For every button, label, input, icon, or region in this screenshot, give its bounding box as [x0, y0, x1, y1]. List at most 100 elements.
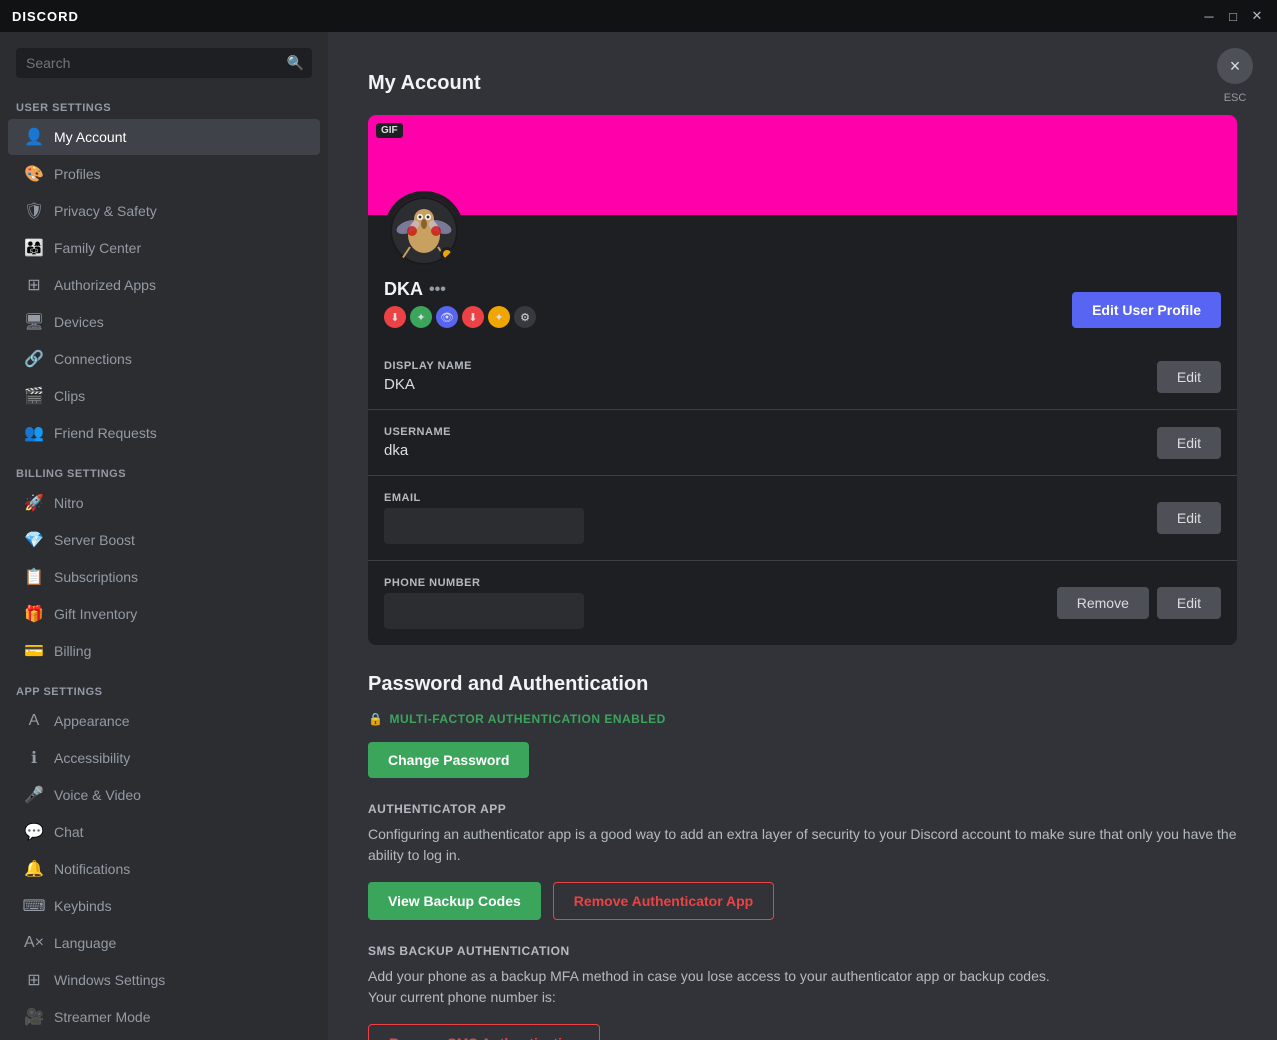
sidebar-item-devices[interactable]: 🖥 Devices	[8, 304, 320, 340]
sidebar-item-accessibility[interactable]: ℹAccessibility	[8, 740, 320, 776]
keybinds-icon: ⌨	[24, 896, 44, 916]
sidebar-item-language[interactable]: A× Language	[8, 925, 320, 961]
sidebar-item-label: Nitro	[54, 495, 84, 511]
sidebar-item-notifications[interactable]: 🔔Notifications	[8, 851, 320, 887]
mfa-label-text: MULTI-FACTOR AUTHENTICATION ENABLED	[389, 712, 665, 726]
window-controls: ─ □ ✕	[1201, 8, 1265, 24]
sidebar-section-label: APP SETTINGS	[0, 670, 328, 702]
gift-inventory-icon: 🎁	[24, 604, 44, 624]
search-wrapper: 🔍	[16, 48, 312, 78]
display-name-edit-button[interactable]: Edit	[1157, 361, 1221, 393]
display-name-right: Edit	[1157, 361, 1221, 393]
sidebar-item-label: Devices	[54, 314, 104, 330]
main-layout: 🔍 USER SETTINGS👤My Account🎨Profiles🛡Priv…	[0, 32, 1277, 1040]
phone-right: Remove Edit	[1057, 587, 1221, 619]
sidebar-item-gift-inventory[interactable]: 🎁 Gift Inventory	[8, 596, 320, 632]
sidebar-item-privacy-safety[interactable]: 🛡Privacy & Safety	[8, 193, 320, 229]
close-window-button[interactable]: ✕	[1249, 8, 1265, 24]
email-info: EMAIL	[384, 492, 584, 544]
close-esc-group: × ESC	[1217, 48, 1253, 104]
streamer-mode-icon: 🎥	[24, 1007, 44, 1027]
search-input[interactable]	[16, 48, 312, 78]
search-icon: 🔍	[287, 55, 304, 72]
sidebar-item-voice-video[interactable]: 🎤Voice & Video	[8, 777, 320, 813]
display-name-info: DISPLAY NAME DKA	[384, 360, 472, 393]
restore-button[interactable]: □	[1225, 8, 1241, 24]
profile-card: GIF	[368, 115, 1237, 645]
sidebar-item-billing[interactable]: 💳Billing	[8, 633, 320, 669]
username-display: DKA •••	[384, 279, 536, 300]
username-edit-button[interactable]: Edit	[1157, 427, 1221, 459]
username-value: dka	[384, 442, 451, 459]
sidebar-item-label: Server Boost	[54, 532, 135, 548]
sidebar-item-label: Gift Inventory	[54, 606, 137, 622]
edit-user-profile-button[interactable]: Edit User Profile	[1072, 292, 1221, 328]
minimize-button[interactable]: ─	[1201, 8, 1217, 24]
sidebar-item-chat[interactable]: 💬Chat	[8, 814, 320, 850]
phone-remove-button[interactable]: Remove	[1057, 587, 1149, 619]
sidebar-item-label: Friend Requests	[54, 425, 157, 441]
username-info: USERNAME dka	[384, 426, 451, 459]
profiles-icon: 🎨	[24, 164, 44, 184]
gif-badge: GIF	[376, 123, 403, 138]
sidebar-item-profiles[interactable]: 🎨Profiles	[8, 156, 320, 192]
privacy-safety-icon: 🛡	[24, 201, 44, 221]
sidebar-item-windows-settings[interactable]: ⊞ Windows Settings	[8, 962, 320, 998]
sidebar-item-authorized-apps[interactable]: ⊞Authorized Apps	[8, 267, 320, 303]
email-value	[384, 508, 584, 544]
profile-menu-dots[interactable]: •••	[429, 281, 446, 299]
username-right: Edit	[1157, 427, 1221, 459]
sidebar-item-keybinds[interactable]: ⌨Keybinds	[8, 888, 320, 924]
notifications-icon: 🔔	[24, 859, 44, 879]
badge-5: ✦	[488, 306, 510, 328]
sidebar-item-appearance[interactable]: AAppearance	[8, 703, 320, 739]
sidebar-item-label: Language	[54, 935, 116, 951]
family-center-icon: 👨‍👩‍👧	[24, 238, 44, 258]
devices-icon: 🖥	[24, 312, 44, 332]
phone-label: PHONE NUMBER	[384, 577, 584, 589]
sidebar-item-connections[interactable]: 🔗Connections	[8, 341, 320, 377]
avatar	[384, 191, 464, 271]
sidebar-item-server-boost[interactable]: 💎Server Boost	[8, 522, 320, 558]
username-label: USERNAME	[384, 426, 451, 438]
sidebar-item-nitro[interactable]: 🚀Nitro	[8, 485, 320, 521]
username-field: USERNAME dka Edit	[368, 409, 1237, 475]
sms-backup-description: Add your phone as a backup MFA method in…	[368, 966, 1237, 1008]
language-icon: A×	[24, 933, 44, 953]
content-area: × ESC My Account GIF	[328, 32, 1277, 1040]
view-backup-codes-button[interactable]: View Backup Codes	[368, 882, 541, 920]
sidebar-item-label: Connections	[54, 351, 132, 367]
accessibility-icon: ℹ	[24, 748, 44, 768]
sidebar-item-label: Authorized Apps	[54, 277, 156, 293]
badge-4: ⬇	[462, 306, 484, 328]
subscriptions-icon: 📋	[24, 567, 44, 587]
page-title: My Account	[368, 72, 1237, 95]
phone-edit-button[interactable]: Edit	[1157, 587, 1221, 619]
sidebar-item-streamer-mode[interactable]: 🎥 Streamer Mode	[8, 999, 320, 1035]
close-button[interactable]: ×	[1217, 48, 1253, 84]
app-logo: DISCORD	[12, 9, 79, 24]
email-label: EMAIL	[384, 492, 584, 504]
sidebar-item-subscriptions[interactable]: 📋Subscriptions	[8, 559, 320, 595]
sidebar-item-label: Chat	[54, 824, 84, 840]
sidebar-item-label: Windows Settings	[54, 972, 165, 988]
display-name-text: DKA	[384, 279, 423, 300]
email-edit-button[interactable]: Edit	[1157, 502, 1221, 534]
remove-sms-button[interactable]: Remove SMS Authentication	[368, 1024, 600, 1040]
sidebar-sections: USER SETTINGS👤My Account🎨Profiles🛡Privac…	[0, 86, 328, 1040]
change-password-button[interactable]: Change Password	[368, 742, 529, 778]
sidebar-item-label: Streamer Mode	[54, 1009, 150, 1025]
sidebar-item-label: Voice & Video	[54, 787, 141, 803]
sidebar-item-friend-requests[interactable]: 👥 Friend Requests	[8, 415, 320, 451]
sidebar: 🔍 USER SETTINGS👤My Account🎨Profiles🛡Priv…	[0, 32, 328, 1040]
windows-settings-icon: ⊞	[24, 970, 44, 990]
remove-authenticator-button[interactable]: Remove Authenticator App	[553, 882, 774, 920]
sms-backup-title: SMS BACKUP AUTHENTICATION	[368, 944, 1237, 958]
sidebar-item-family-center[interactable]: 👨‍👩‍👧Family Center	[8, 230, 320, 266]
badges-row: ⬇ ✦ 👁 ⬇ ✦ ⚙	[384, 306, 536, 328]
badge-2: ✦	[410, 306, 432, 328]
sidebar-item-my-account[interactable]: 👤My Account	[8, 119, 320, 155]
sidebar-item-advanced[interactable]: ⊞Advanced	[8, 1036, 320, 1040]
sidebar-item-clips[interactable]: 🎬Clips	[8, 378, 320, 414]
friend-requests-icon: 👥	[24, 423, 44, 443]
